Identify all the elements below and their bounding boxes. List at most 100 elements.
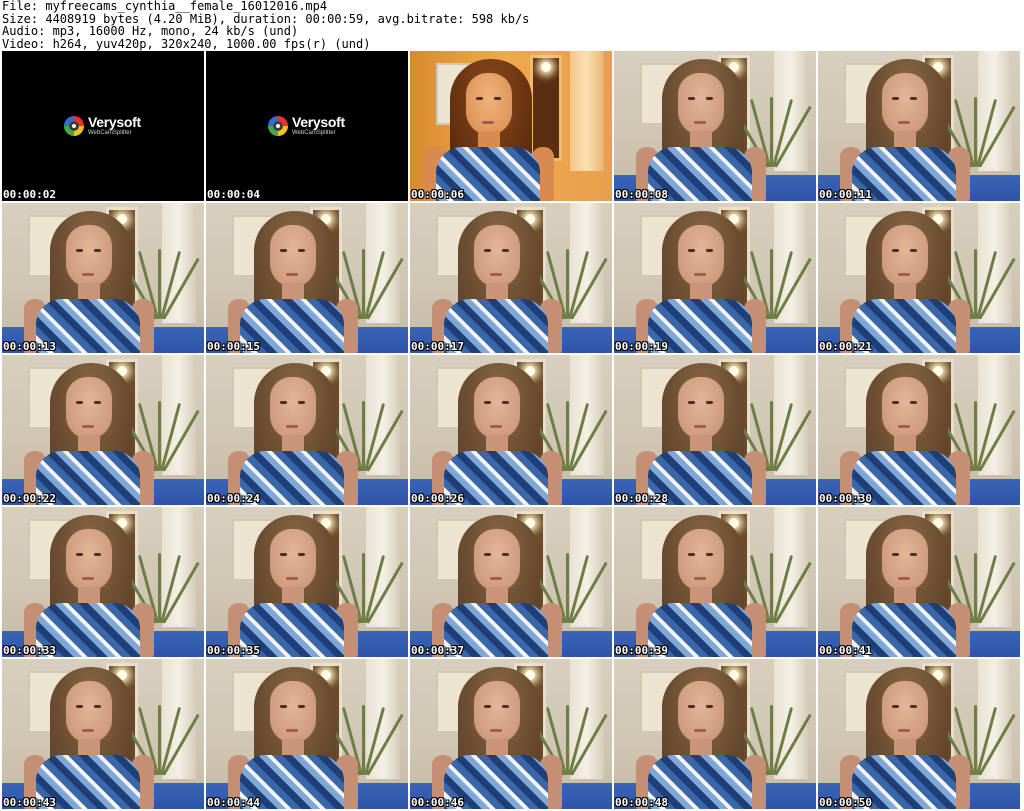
person-eye [298,401,305,404]
person-eye [706,553,713,556]
plant-leaf [770,705,773,775]
person-eye [910,97,917,100]
person-eye [688,97,695,100]
timestamp-label: 00:00:04 [207,188,260,201]
video-thumbnail[interactable]: 00:00:15 [206,203,408,353]
person-face [66,681,112,743]
person-face [882,681,928,743]
person-eye [280,249,287,252]
person-eye [76,249,83,252]
video-thumbnail[interactable]: 00:00:37 [410,507,612,657]
person-eye [280,553,287,556]
video-thumbnail[interactable]: 00:00:26 [410,355,612,505]
video-thumbnail[interactable]: 00:00:35 [206,507,408,657]
video-thumbnail[interactable]: 00:00:06 [410,51,612,201]
door [570,51,604,171]
timestamp-label: 00:00:26 [411,492,464,505]
timestamp-label: 00:00:37 [411,644,464,657]
timestamp-label: 00:00:35 [207,644,260,657]
person-face [882,225,928,287]
plant-leaf [158,401,161,471]
person-mouth [898,121,910,124]
person-face [678,529,724,591]
video-thumbnail[interactable]: 00:00:43 [2,659,204,809]
person-eye [688,553,695,556]
timestamp-label: 00:00:33 [3,644,56,657]
person-eye [476,97,483,100]
verysoft-logo: Verysoft WebCamSplitter [268,115,345,136]
person-eye [910,249,917,252]
person-eye [892,553,899,556]
video-thumbnail[interactable]: 00:00:13 [2,203,204,353]
person-eye [502,249,509,252]
plant-leaf [362,705,365,775]
thumbnail-grid: Verysoft WebCamSplitter 00:00:02 Verysoft We… [2,51,1020,809]
video-thumbnail[interactable]: 00:00:08 [614,51,816,201]
webcam-logo-icon [268,115,288,136]
person-eye [892,705,899,708]
plant-leaf [566,401,569,471]
video-thumbnail[interactable]: 00:00:11 [818,51,1020,201]
video-thumbnail[interactable]: 00:00:30 [818,355,1020,505]
person-eye [94,705,101,708]
timestamp-label: 00:00:28 [615,492,668,505]
video-thumbnail[interactable]: 00:00:48 [614,659,816,809]
logo-text: Verysoft WebCamSplitter [88,115,141,136]
logo-name: Verysoft [88,114,141,130]
person-eye [298,249,305,252]
timestamp-label: 00:00:44 [207,796,260,809]
plant-leaf [566,553,569,623]
logo-name: Verysoft [292,114,345,130]
verysoft-logo: Verysoft WebCamSplitter [64,115,141,136]
timestamp-label: 00:00:48 [615,796,668,809]
person-mouth [694,577,706,580]
plant-leaf [158,249,161,319]
person-eye [892,401,899,404]
person-face [474,529,520,591]
video-thumbnail[interactable]: 00:00:17 [410,203,612,353]
person-mouth [898,425,910,428]
timestamp-label: 00:00:19 [615,340,668,353]
video-thumbnail[interactable]: 00:00:39 [614,507,816,657]
person-eye [94,553,101,556]
timestamp-label: 00:00:17 [411,340,464,353]
video-thumbnail[interactable]: 00:00:50 [818,659,1020,809]
person-eye [910,553,917,556]
person-eye [502,705,509,708]
plant-leaf [974,249,977,319]
person-mouth [694,121,706,124]
video-thumbnail[interactable]: 00:00:19 [614,203,816,353]
video-thumbnail[interactable]: 00:00:28 [614,355,816,505]
video-thumbnail[interactable]: 00:00:44 [206,659,408,809]
video-thumbnail[interactable]: 00:00:21 [818,203,1020,353]
person-mouth [694,425,706,428]
video-thumbnail[interactable]: 00:00:22 [2,355,204,505]
video-thumbnail[interactable]: Verysoft WebCamSplitter 00:00:02 [2,51,204,201]
plant-leaf [974,97,977,167]
timestamp-label: 00:00:15 [207,340,260,353]
person-eye [706,97,713,100]
person-mouth [82,273,94,276]
timestamp-label: 00:00:13 [3,340,56,353]
video-thumbnail[interactable]: Verysoft WebCamSplitter 00:00:04 [206,51,408,201]
video-thumbnail[interactable]: 00:00:33 [2,507,204,657]
person-eye [706,249,713,252]
plant-leaf [362,249,365,319]
plant-leaf [974,705,977,775]
person-face [270,529,316,591]
video-thumbnail[interactable]: 00:00:46 [410,659,612,809]
plant-leaf [770,553,773,623]
person-mouth [694,273,706,276]
person-eye [688,249,695,252]
plant-leaf [566,249,569,319]
person-face [474,681,520,743]
timestamp-label: 00:00:06 [411,188,464,201]
video-thumbnail[interactable]: 00:00:24 [206,355,408,505]
plant-leaf [770,97,773,167]
lit-niche [530,55,562,161]
timestamp-label: 00:00:30 [819,492,872,505]
video-thumbnail[interactable]: 00:00:41 [818,507,1020,657]
person-eye [76,401,83,404]
timestamp-label: 00:00:43 [3,796,56,809]
plant-leaf [158,705,161,775]
